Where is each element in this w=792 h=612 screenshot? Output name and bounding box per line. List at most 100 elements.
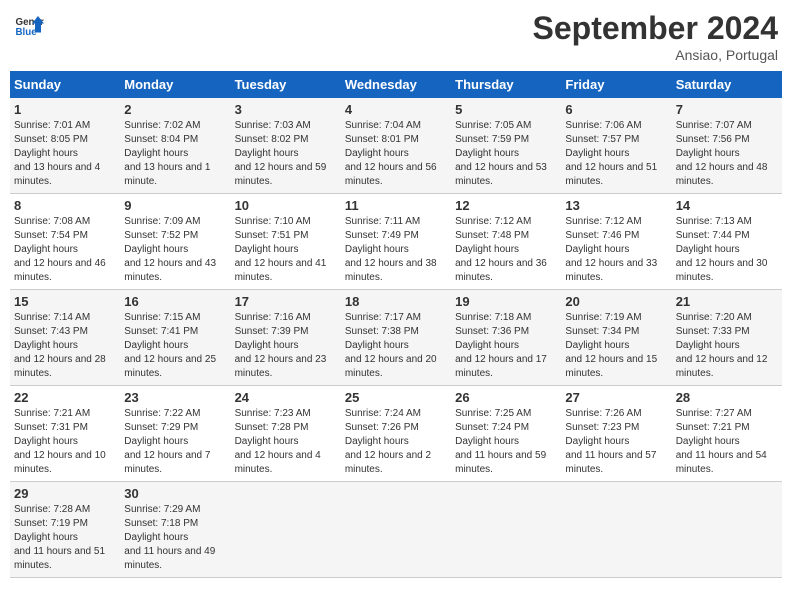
day-info: Sunrise: 7:24 AM Sunset: 7:26 PM Dayligh… [345, 407, 447, 477]
day-number: 21 [676, 294, 778, 309]
day-info: Sunrise: 7:19 AM Sunset: 7:34 PM Dayligh… [565, 311, 667, 381]
day-info: Sunrise: 7:23 AM Sunset: 7:28 PM Dayligh… [235, 407, 337, 477]
day-number: 18 [345, 294, 447, 309]
calendar-cell: 29 Sunrise: 7:28 AM Sunset: 7:19 PM Dayl… [10, 482, 120, 578]
day-info: Sunrise: 7:03 AM Sunset: 8:02 PM Dayligh… [235, 119, 337, 189]
calendar-cell: 28 Sunrise: 7:27 AM Sunset: 7:21 PM Dayl… [672, 386, 782, 482]
day-info: Sunrise: 7:02 AM Sunset: 8:04 PM Dayligh… [124, 119, 226, 189]
day-number: 26 [455, 390, 557, 405]
day-number: 22 [14, 390, 116, 405]
day-info: Sunrise: 7:27 AM Sunset: 7:21 PM Dayligh… [676, 407, 778, 477]
day-info: Sunrise: 7:12 AM Sunset: 7:48 PM Dayligh… [455, 215, 557, 285]
calendar-cell: 21 Sunrise: 7:20 AM Sunset: 7:33 PM Dayl… [672, 290, 782, 386]
calendar-cell: 16 Sunrise: 7:15 AM Sunset: 7:41 PM Dayl… [120, 290, 230, 386]
calendar-row: 22 Sunrise: 7:21 AM Sunset: 7:31 PM Dayl… [10, 386, 782, 482]
col-monday: Monday [120, 71, 230, 98]
day-info: Sunrise: 7:09 AM Sunset: 7:52 PM Dayligh… [124, 215, 226, 285]
title-block: September 2024 Ansiao, Portugal [533, 10, 778, 63]
calendar-cell [451, 482, 561, 578]
day-info: Sunrise: 7:08 AM Sunset: 7:54 PM Dayligh… [14, 215, 116, 285]
day-number: 5 [455, 102, 557, 117]
calendar-table: Sunday Monday Tuesday Wednesday Thursday… [10, 71, 782, 578]
calendar-cell: 18 Sunrise: 7:17 AM Sunset: 7:38 PM Dayl… [341, 290, 451, 386]
location: Ansiao, Portugal [533, 47, 778, 63]
day-info: Sunrise: 7:13 AM Sunset: 7:44 PM Dayligh… [676, 215, 778, 285]
day-number: 17 [235, 294, 337, 309]
calendar-cell: 19 Sunrise: 7:18 AM Sunset: 7:36 PM Dayl… [451, 290, 561, 386]
calendar-row: 29 Sunrise: 7:28 AM Sunset: 7:19 PM Dayl… [10, 482, 782, 578]
calendar-cell: 7 Sunrise: 7:07 AM Sunset: 7:56 PM Dayli… [672, 98, 782, 194]
day-number: 1 [14, 102, 116, 117]
day-number: 19 [455, 294, 557, 309]
day-number: 10 [235, 198, 337, 213]
day-number: 27 [565, 390, 667, 405]
day-info: Sunrise: 7:06 AM Sunset: 7:57 PM Dayligh… [565, 119, 667, 189]
calendar-cell: 11 Sunrise: 7:11 AM Sunset: 7:49 PM Dayl… [341, 194, 451, 290]
day-number: 15 [14, 294, 116, 309]
day-info: Sunrise: 7:22 AM Sunset: 7:29 PM Dayligh… [124, 407, 226, 477]
day-number: 16 [124, 294, 226, 309]
day-number: 29 [14, 486, 116, 501]
calendar-cell: 26 Sunrise: 7:25 AM Sunset: 7:24 PM Dayl… [451, 386, 561, 482]
calendar-cell: 13 Sunrise: 7:12 AM Sunset: 7:46 PM Dayl… [561, 194, 671, 290]
day-info: Sunrise: 7:12 AM Sunset: 7:46 PM Dayligh… [565, 215, 667, 285]
day-number: 9 [124, 198, 226, 213]
calendar-cell: 25 Sunrise: 7:24 AM Sunset: 7:26 PM Dayl… [341, 386, 451, 482]
day-number: 14 [676, 198, 778, 213]
svg-text:Blue: Blue [16, 27, 38, 38]
day-info: Sunrise: 7:18 AM Sunset: 7:36 PM Dayligh… [455, 311, 557, 381]
day-info: Sunrise: 7:17 AM Sunset: 7:38 PM Dayligh… [345, 311, 447, 381]
logo: General Blue [14, 10, 44, 40]
day-info: Sunrise: 7:04 AM Sunset: 8:01 PM Dayligh… [345, 119, 447, 189]
calendar-cell: 14 Sunrise: 7:13 AM Sunset: 7:44 PM Dayl… [672, 194, 782, 290]
col-friday: Friday [561, 71, 671, 98]
day-number: 11 [345, 198, 447, 213]
day-number: 25 [345, 390, 447, 405]
page-header: General Blue September 2024 Ansiao, Port… [10, 10, 782, 63]
day-info: Sunrise: 7:26 AM Sunset: 7:23 PM Dayligh… [565, 407, 667, 477]
calendar-row: 8 Sunrise: 7:08 AM Sunset: 7:54 PM Dayli… [10, 194, 782, 290]
calendar-cell: 8 Sunrise: 7:08 AM Sunset: 7:54 PM Dayli… [10, 194, 120, 290]
calendar-header: Sunday Monday Tuesday Wednesday Thursday… [10, 71, 782, 98]
calendar-cell [672, 482, 782, 578]
day-number: 30 [124, 486, 226, 501]
col-thursday: Thursday [451, 71, 561, 98]
calendar-cell [341, 482, 451, 578]
day-number: 2 [124, 102, 226, 117]
calendar-cell: 23 Sunrise: 7:22 AM Sunset: 7:29 PM Dayl… [120, 386, 230, 482]
day-number: 7 [676, 102, 778, 117]
calendar-cell: 2 Sunrise: 7:02 AM Sunset: 8:04 PM Dayli… [120, 98, 230, 194]
day-info: Sunrise: 7:20 AM Sunset: 7:33 PM Dayligh… [676, 311, 778, 381]
header-row: Sunday Monday Tuesday Wednesday Thursday… [10, 71, 782, 98]
col-saturday: Saturday [672, 71, 782, 98]
calendar-row: 1 Sunrise: 7:01 AM Sunset: 8:05 PM Dayli… [10, 98, 782, 194]
day-info: Sunrise: 7:29 AM Sunset: 7:18 PM Dayligh… [124, 503, 226, 573]
day-info: Sunrise: 7:05 AM Sunset: 7:59 PM Dayligh… [455, 119, 557, 189]
day-number: 8 [14, 198, 116, 213]
calendar-cell: 20 Sunrise: 7:19 AM Sunset: 7:34 PM Dayl… [561, 290, 671, 386]
calendar-cell: 27 Sunrise: 7:26 AM Sunset: 7:23 PM Dayl… [561, 386, 671, 482]
calendar-cell: 4 Sunrise: 7:04 AM Sunset: 8:01 PM Dayli… [341, 98, 451, 194]
day-info: Sunrise: 7:21 AM Sunset: 7:31 PM Dayligh… [14, 407, 116, 477]
calendar-cell: 3 Sunrise: 7:03 AM Sunset: 8:02 PM Dayli… [231, 98, 341, 194]
day-number: 28 [676, 390, 778, 405]
day-number: 4 [345, 102, 447, 117]
col-tuesday: Tuesday [231, 71, 341, 98]
day-info: Sunrise: 7:28 AM Sunset: 7:19 PM Dayligh… [14, 503, 116, 573]
calendar-cell: 12 Sunrise: 7:12 AM Sunset: 7:48 PM Dayl… [451, 194, 561, 290]
calendar-cell [231, 482, 341, 578]
calendar-cell: 1 Sunrise: 7:01 AM Sunset: 8:05 PM Dayli… [10, 98, 120, 194]
day-number: 12 [455, 198, 557, 213]
calendar-cell: 30 Sunrise: 7:29 AM Sunset: 7:18 PM Dayl… [120, 482, 230, 578]
calendar-cell: 6 Sunrise: 7:06 AM Sunset: 7:57 PM Dayli… [561, 98, 671, 194]
logo-icon: General Blue [14, 10, 44, 40]
calendar-row: 15 Sunrise: 7:14 AM Sunset: 7:43 PM Dayl… [10, 290, 782, 386]
day-info: Sunrise: 7:15 AM Sunset: 7:41 PM Dayligh… [124, 311, 226, 381]
calendar-cell: 24 Sunrise: 7:23 AM Sunset: 7:28 PM Dayl… [231, 386, 341, 482]
day-info: Sunrise: 7:10 AM Sunset: 7:51 PM Dayligh… [235, 215, 337, 285]
col-wednesday: Wednesday [341, 71, 451, 98]
calendar-cell: 17 Sunrise: 7:16 AM Sunset: 7:39 PM Dayl… [231, 290, 341, 386]
day-info: Sunrise: 7:07 AM Sunset: 7:56 PM Dayligh… [676, 119, 778, 189]
day-number: 24 [235, 390, 337, 405]
day-number: 13 [565, 198, 667, 213]
